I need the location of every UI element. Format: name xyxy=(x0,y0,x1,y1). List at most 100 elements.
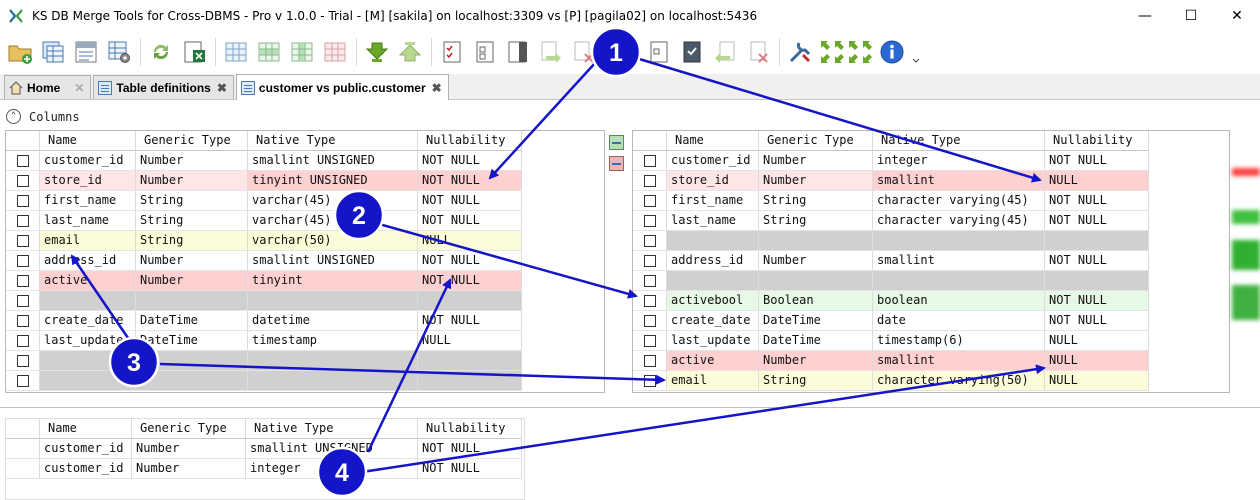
table-row[interactable]: last_name String character varying(45) NOT … xyxy=(633,211,1149,231)
grid-changed-button[interactable] xyxy=(288,38,316,66)
table-row[interactable]: last_update DateTime timestamp NULL xyxy=(6,331,522,351)
column-header[interactable]: Native Type xyxy=(248,131,418,151)
table-row[interactable] xyxy=(6,351,522,371)
row-checkbox[interactable] xyxy=(643,154,656,167)
row-checkbox[interactable] xyxy=(16,314,29,327)
new-comparison-button[interactable] xyxy=(6,38,34,66)
table-row[interactable]: activebool Boolean boolean NOT NULL xyxy=(633,291,1149,311)
tab-table-definitions[interactable]: Table definitions ✖ xyxy=(93,75,234,99)
delete-left-button[interactable] xyxy=(744,38,772,66)
column-header[interactable]: Nullability xyxy=(418,131,522,151)
prev-difference-button[interactable] xyxy=(396,38,424,66)
row-checkbox[interactable] xyxy=(643,194,656,207)
column-header[interactable]: Native Type xyxy=(873,131,1045,151)
close-button[interactable]: ✕ xyxy=(1214,0,1260,31)
column-header[interactable]: Native Type xyxy=(246,419,418,439)
tab-home[interactable]: Home ✕ xyxy=(4,75,92,99)
uncheck-right-button[interactable] xyxy=(645,38,673,66)
row-checkbox[interactable] xyxy=(643,334,656,347)
row-checkbox[interactable] xyxy=(16,354,29,367)
refresh-button[interactable] xyxy=(147,38,175,66)
column-header[interactable]: Generic Type xyxy=(132,419,246,439)
table-row[interactable]: active Number tinyint NOT NULL xyxy=(6,271,522,291)
close-icon[interactable]: ✖ xyxy=(432,81,442,95)
table-row[interactable]: create_date DateTime datetime NOT NULL xyxy=(6,311,522,331)
merge-icon[interactable] xyxy=(609,135,624,150)
about-button[interactable] xyxy=(878,38,906,66)
table-row[interactable] xyxy=(6,291,522,311)
row-checkbox[interactable] xyxy=(16,374,29,387)
table-row[interactable]: address_id Number smallint UNSIGNED NOT NUL… xyxy=(6,251,522,271)
check-right-button[interactable] xyxy=(612,38,640,66)
table-row[interactable]: first_name String varchar(45) NOT NULL xyxy=(6,191,522,211)
row-checkbox[interactable] xyxy=(16,214,29,227)
check-all-button[interactable] xyxy=(438,38,466,66)
delete-right-button[interactable] xyxy=(570,38,598,66)
row-checkbox[interactable] xyxy=(643,174,656,187)
column-header[interactable]: Nullability xyxy=(1045,131,1149,151)
table-row[interactable]: customer_id Number integer NOT NULL xyxy=(633,151,1149,171)
table-row[interactable]: email String varchar(50) NULL xyxy=(6,231,522,251)
column-header[interactable]: Nullability xyxy=(418,419,522,439)
row-checkbox[interactable] xyxy=(643,354,656,367)
apply-left-button[interactable] xyxy=(711,38,739,66)
table-row[interactable]: create_date DateTime date NOT NULL xyxy=(633,311,1149,331)
column-header[interactable]: Name xyxy=(40,131,136,151)
minimize-button[interactable]: — xyxy=(1122,0,1168,31)
table-row[interactable]: address_id Number smallint NOT NULL xyxy=(633,251,1149,271)
table-row[interactable]: email String character varying(50) NULL xyxy=(633,371,1149,391)
row-checkbox[interactable] xyxy=(16,274,29,287)
row-checkbox[interactable] xyxy=(643,314,656,327)
uncheck-all-button[interactable] xyxy=(471,38,499,66)
table-list-button[interactable] xyxy=(39,38,67,66)
row-checkbox[interactable] xyxy=(16,174,29,187)
grid-added-button[interactable] xyxy=(255,38,283,66)
tools-button[interactable] xyxy=(786,38,814,66)
table-row[interactable]: last_name String varchar(45) NOT NULL xyxy=(6,211,522,231)
apply-right-button[interactable] xyxy=(537,38,565,66)
row-checkbox[interactable] xyxy=(643,274,656,287)
row-checkbox[interactable] xyxy=(16,294,29,307)
select-query-button[interactable] xyxy=(72,38,100,66)
tab-customer-compare[interactable]: customer vs public.customer ✖ xyxy=(235,74,449,100)
column-header[interactable]: Name xyxy=(667,131,759,151)
expand-all-button[interactable] xyxy=(819,38,873,66)
row-checkbox[interactable] xyxy=(16,194,29,207)
column-header[interactable]: Name xyxy=(40,419,132,439)
table-row[interactable]: active Number smallint NULL xyxy=(633,351,1149,371)
table-row[interactable]: first_name String character varying(45) NOT… xyxy=(633,191,1149,211)
column-header[interactable]: Generic Type xyxy=(759,131,873,151)
table-row[interactable] xyxy=(633,231,1149,251)
row-checkbox[interactable] xyxy=(643,254,656,267)
table-row[interactable] xyxy=(633,271,1149,291)
grid-view-button[interactable] xyxy=(222,38,250,66)
row-checkbox[interactable] xyxy=(16,334,29,347)
table-row[interactable]: customer_id Number integer NOT NULL xyxy=(6,459,522,479)
columns-section-header[interactable]: ⌃ Columns xyxy=(6,109,80,124)
difference-map[interactable] xyxy=(1232,140,1260,340)
collapse-icon[interactable]: ⌃ xyxy=(6,109,21,124)
table-row[interactable]: store_id Number tinyint UNSIGNED NOT NULL xyxy=(6,171,522,191)
next-difference-button[interactable] xyxy=(363,38,391,66)
column-header[interactable]: Generic Type xyxy=(136,131,248,151)
row-checkbox[interactable] xyxy=(643,214,656,227)
merge-icon[interactable] xyxy=(609,156,624,171)
table-row[interactable]: last_update DateTime timestamp(6) NULL xyxy=(633,331,1149,351)
splitter[interactable] xyxy=(0,407,1260,408)
toolbar-overflow-button[interactable] xyxy=(911,38,921,66)
table-row[interactable] xyxy=(6,371,522,391)
maximize-button[interactable]: ☐ xyxy=(1168,0,1214,31)
row-checkbox[interactable] xyxy=(16,254,29,267)
close-icon[interactable]: ✖ xyxy=(217,81,227,95)
grid-removed-button[interactable] xyxy=(321,38,349,66)
row-checkbox[interactable] xyxy=(643,234,656,247)
close-icon[interactable]: ✕ xyxy=(74,81,84,95)
sync-right-button[interactable] xyxy=(678,38,706,66)
row-checkbox[interactable] xyxy=(16,154,29,167)
row-checkbox[interactable] xyxy=(643,294,656,307)
export-excel-button[interactable] xyxy=(180,38,208,66)
table-row[interactable]: store_id Number smallint NULL xyxy=(633,171,1149,191)
table-row[interactable]: customer_id Number smallint UNSIGNED NOT NU… xyxy=(6,439,522,459)
row-checkbox[interactable] xyxy=(643,374,656,387)
table-row[interactable]: customer_id Number smallint UNSIGNED NOT NU… xyxy=(6,151,522,171)
